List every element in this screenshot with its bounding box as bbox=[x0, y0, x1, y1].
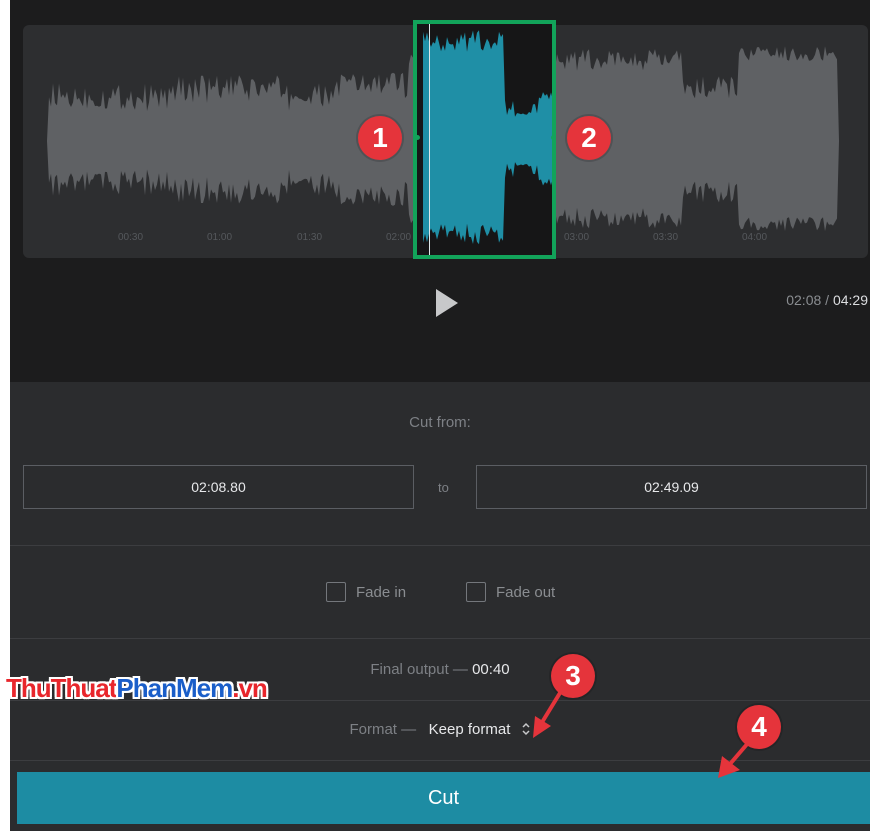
cut-end-input[interactable]: 02:49.09 bbox=[476, 465, 867, 509]
audio-cutter-app: 00:3001:0001:3002:0002:3003:0003:3004:00… bbox=[10, 0, 870, 831]
fade-out-checkbox[interactable] bbox=[466, 582, 486, 602]
time-separator: / bbox=[825, 292, 830, 308]
cut-start-input[interactable]: 02:08.80 bbox=[23, 465, 414, 509]
final-output-label: Final output — bbox=[370, 661, 468, 678]
divider bbox=[10, 638, 870, 639]
annotation-badge-2: 2 bbox=[567, 116, 611, 160]
total-time: 04:29 bbox=[832, 292, 868, 308]
format-label: Format — bbox=[349, 721, 417, 738]
annotation-arrow-4 bbox=[718, 734, 756, 778]
play-icon[interactable] bbox=[434, 287, 460, 319]
final-output-value: 00:40 bbox=[472, 661, 510, 678]
start-handle[interactable] bbox=[415, 135, 420, 140]
fade-in-option[interactable]: Fade in bbox=[326, 582, 406, 602]
end-handle[interactable] bbox=[551, 135, 556, 140]
cut-from-label: Cut from: bbox=[409, 414, 471, 431]
annotation-badge-1: 1 bbox=[358, 116, 402, 160]
timeline-tick: 01:00 bbox=[207, 232, 233, 243]
playhead-line bbox=[429, 24, 430, 255]
timeline-tick: 04:00 bbox=[742, 232, 768, 243]
timeline-tick: 01:30 bbox=[297, 232, 323, 243]
fade-out-label: Fade out bbox=[496, 583, 556, 601]
timeline-tick: 00:30 bbox=[118, 232, 144, 243]
watermark-logo: ThuThuatPhanMem.vn bbox=[6, 673, 268, 703]
timeline-tick: 03:00 bbox=[564, 232, 590, 243]
to-label: to bbox=[438, 480, 449, 495]
player-panel: 00:3001:0001:3002:0002:3003:0003:3004:00… bbox=[10, 0, 870, 382]
divider bbox=[10, 545, 870, 546]
fade-in-label: Fade in bbox=[356, 583, 407, 601]
annotation-arrow-3 bbox=[533, 686, 565, 738]
time-readout: 02:08 / 04:29 bbox=[786, 292, 868, 308]
current-time: 02:08 bbox=[786, 292, 822, 308]
fade-in-checkbox[interactable] bbox=[326, 582, 346, 602]
fade-out-option[interactable]: Fade out bbox=[466, 582, 555, 602]
timeline-tick: 03:30 bbox=[653, 232, 679, 243]
format-select[interactable]: Keep format bbox=[429, 721, 511, 738]
selected-waveform bbox=[423, 30, 552, 245]
timeline-tick: 02:00 bbox=[386, 232, 412, 243]
selection-region[interactable] bbox=[413, 20, 556, 259]
